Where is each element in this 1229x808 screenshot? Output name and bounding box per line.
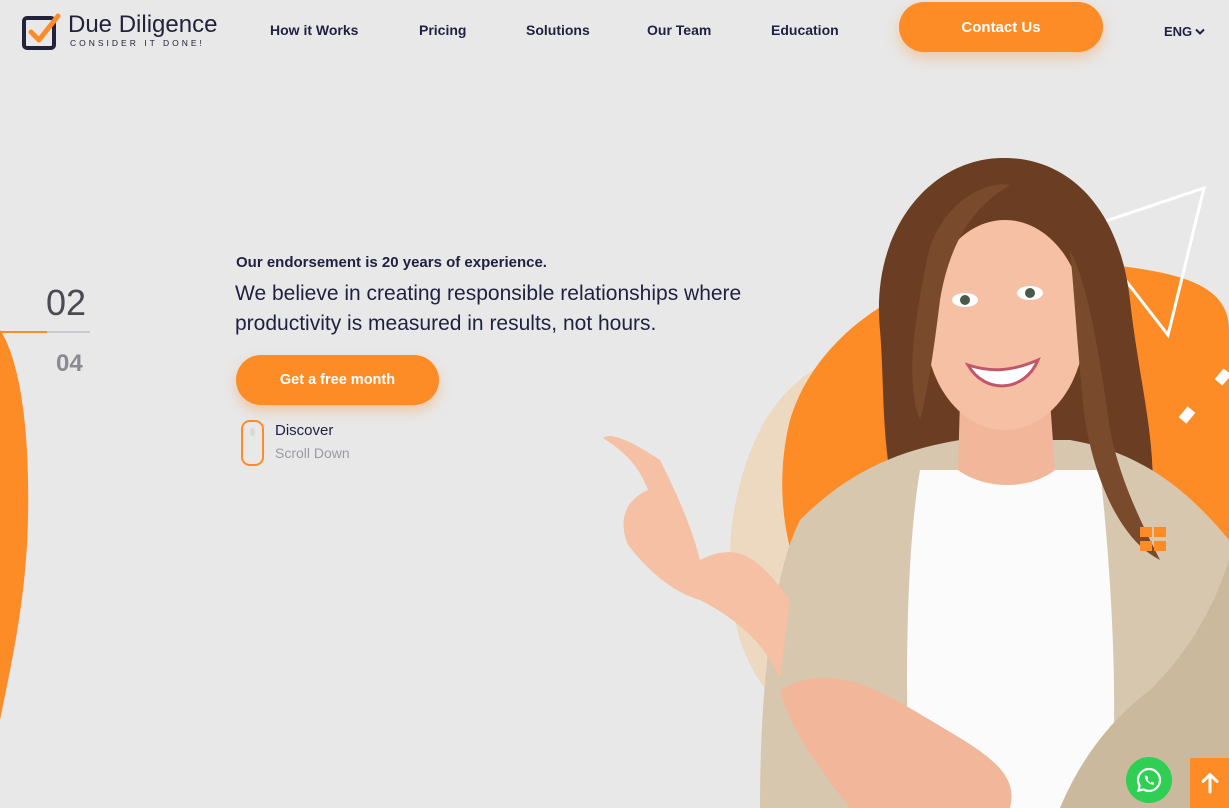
discover-label: Discover (275, 422, 334, 439)
scroll-down-link[interactable]: Discover Scroll Down (241, 420, 350, 466)
brand-name: Due Diligence (68, 11, 218, 38)
contact-us-button[interactable]: Contact Us (899, 2, 1103, 52)
back-to-top-button[interactable] (1190, 758, 1229, 808)
brand-tagline: CONSIDER IT DONE! (70, 38, 205, 48)
slide-number-current: 02 (46, 282, 87, 323)
mouse-scroll-icon (241, 420, 264, 466)
hero-background-shapes (0, 157, 1229, 808)
checkbox-logo-icon (22, 12, 62, 52)
get-free-month-button[interactable]: Get a free month (236, 355, 439, 405)
slide-progress-fill (0, 331, 47, 333)
brand-logo[interactable]: Due Diligence CONSIDER IT DONE! (22, 12, 217, 52)
slide-progress-track (0, 331, 90, 333)
language-label: ENG (1164, 24, 1193, 39)
scroll-down-label: Scroll Down (275, 445, 350, 461)
hero-subtitle: Our endorsement is 20 years of experienc… (236, 254, 547, 271)
chevron-down-icon (1195, 28, 1205, 35)
nav-item-pricing[interactable]: Pricing (419, 22, 466, 38)
nav-item-education[interactable]: Education (771, 22, 839, 38)
nav-item-our-team[interactable]: Our Team (647, 22, 711, 38)
whatsapp-button[interactable] (1126, 757, 1172, 803)
whatsapp-icon (1136, 767, 1162, 793)
language-selector[interactable]: ENG (1164, 24, 1205, 39)
arrow-up-icon (1201, 773, 1218, 794)
hero-title: We believe in creating responsible relat… (235, 282, 742, 335)
hero-woman-illustration (603, 157, 1229, 808)
nav-item-how-it-works[interactable]: How it Works (270, 22, 358, 38)
site-header: Due Diligence CONSIDER IT DONE! How it W… (0, 0, 1229, 60)
nav-item-solutions[interactable]: Solutions (526, 22, 590, 38)
slide-number-next[interactable]: 04 (56, 350, 83, 378)
left-orange-blob (0, 330, 29, 720)
